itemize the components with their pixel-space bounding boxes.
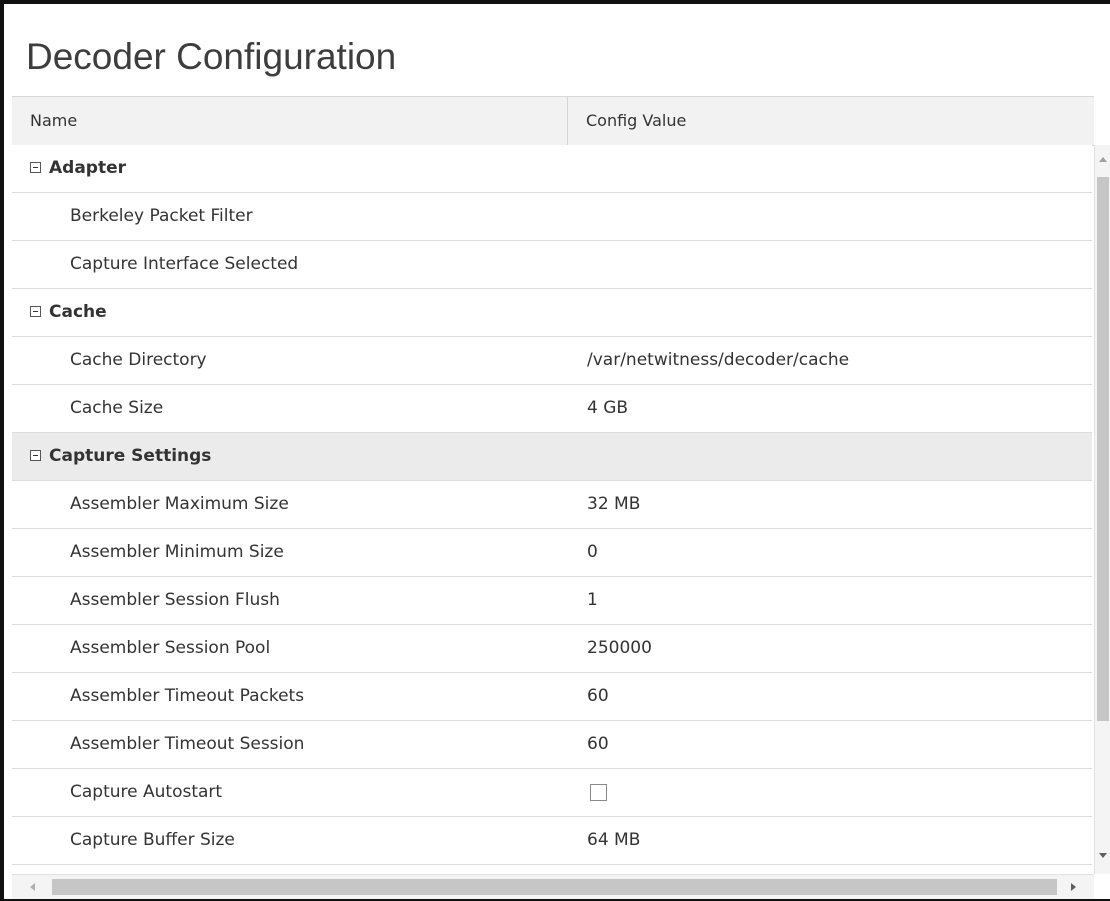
- table-row[interactable]: Assembler Timeout Session 60: [12, 721, 1092, 769]
- table-row[interactable]: Capture Buffer Size 64 MB: [12, 817, 1092, 865]
- setting-name: Assembler Maximum Size: [70, 494, 289, 514]
- setting-value[interactable]: 64 MB: [587, 817, 640, 864]
- table-row[interactable]: Assembler Maximum Size 32 MB: [12, 481, 1092, 529]
- setting-value[interactable]: 60: [587, 721, 609, 768]
- setting-name: Assembler Timeout Packets: [70, 686, 305, 706]
- group-row-capture-settings[interactable]: Capture Settings: [12, 433, 1092, 481]
- group-row-adapter[interactable]: Adapter: [12, 145, 1092, 193]
- table-row[interactable]: Assembler Session Flush 1: [12, 577, 1092, 625]
- setting-name: Assembler Minimum Size: [70, 542, 284, 562]
- decoder-config-panel: Decoder Configuration Name Config Value …: [0, 0, 1110, 901]
- collapse-minus-icon[interactable]: [30, 306, 41, 317]
- table-row[interactable]: Capture Autostart: [12, 769, 1092, 817]
- table-row[interactable]: Assembler Timeout Packets 60: [12, 673, 1092, 721]
- scroll-down-arrow-icon[interactable]: [1099, 853, 1107, 858]
- setting-name: Capture Autostart: [70, 782, 223, 802]
- config-grid: Adapter Berkeley Packet Filter Capture I…: [12, 145, 1092, 865]
- setting-name: Cache Directory: [70, 350, 207, 370]
- setting-value[interactable]: 32 MB: [587, 481, 640, 528]
- table-row[interactable]: Cache Directory /var/netwitness/decoder/…: [12, 337, 1092, 385]
- setting-value[interactable]: 4 GB: [587, 385, 628, 432]
- group-label: Capture Settings: [49, 446, 212, 466]
- setting-name: Berkeley Packet Filter: [70, 206, 253, 226]
- column-divider[interactable]: [567, 97, 568, 145]
- collapse-minus-icon[interactable]: [30, 162, 41, 173]
- table-row[interactable]: Capture Interface Selected: [12, 241, 1092, 289]
- collapse-minus-icon[interactable]: [30, 450, 41, 461]
- table-row[interactable]: Assembler Session Pool 250000: [12, 625, 1092, 673]
- setting-name: Capture Interface Selected: [70, 254, 299, 274]
- setting-value[interactable]: /var/netwitness/decoder/cache: [587, 337, 849, 384]
- horizontal-scroll-thumb[interactable]: [52, 879, 1057, 895]
- column-header-config-value[interactable]: Config Value: [586, 97, 686, 145]
- setting-value[interactable]: 0: [587, 529, 598, 576]
- scroll-right-arrow-icon[interactable]: [1071, 883, 1076, 891]
- scrollbar-corner: [1094, 874, 1110, 899]
- setting-name: Cache Size: [70, 398, 164, 418]
- horizontal-scrollbar[interactable]: [12, 874, 1094, 899]
- setting-name: Assembler Session Pool: [70, 638, 271, 658]
- vertical-scrollbar[interactable]: [1094, 145, 1110, 874]
- setting-value[interactable]: 60: [587, 673, 609, 720]
- table-row[interactable]: Assembler Minimum Size 0: [12, 529, 1092, 577]
- scroll-up-arrow-icon[interactable]: [1099, 157, 1107, 162]
- setting-name: Capture Buffer Size: [70, 830, 235, 850]
- table-row[interactable]: Cache Size 4 GB: [12, 385, 1092, 433]
- vertical-scroll-thumb[interactable]: [1097, 177, 1109, 721]
- grid-header: Name Config Value: [12, 96, 1094, 146]
- group-row-cache[interactable]: Cache: [12, 289, 1092, 337]
- panel-title: Decoder Configuration: [26, 36, 397, 77]
- setting-value[interactable]: 1: [587, 577, 598, 624]
- table-row[interactable]: Berkeley Packet Filter: [12, 193, 1092, 241]
- setting-name: Assembler Session Flush: [70, 590, 280, 610]
- setting-value[interactable]: 250000: [587, 625, 652, 672]
- capture-autostart-checkbox[interactable]: [590, 784, 607, 801]
- setting-name: Assembler Timeout Session: [70, 734, 305, 754]
- group-label: Cache: [49, 302, 107, 322]
- scroll-left-arrow-icon[interactable]: [30, 883, 35, 891]
- group-label: Adapter: [49, 158, 127, 178]
- column-header-name[interactable]: Name: [30, 97, 77, 145]
